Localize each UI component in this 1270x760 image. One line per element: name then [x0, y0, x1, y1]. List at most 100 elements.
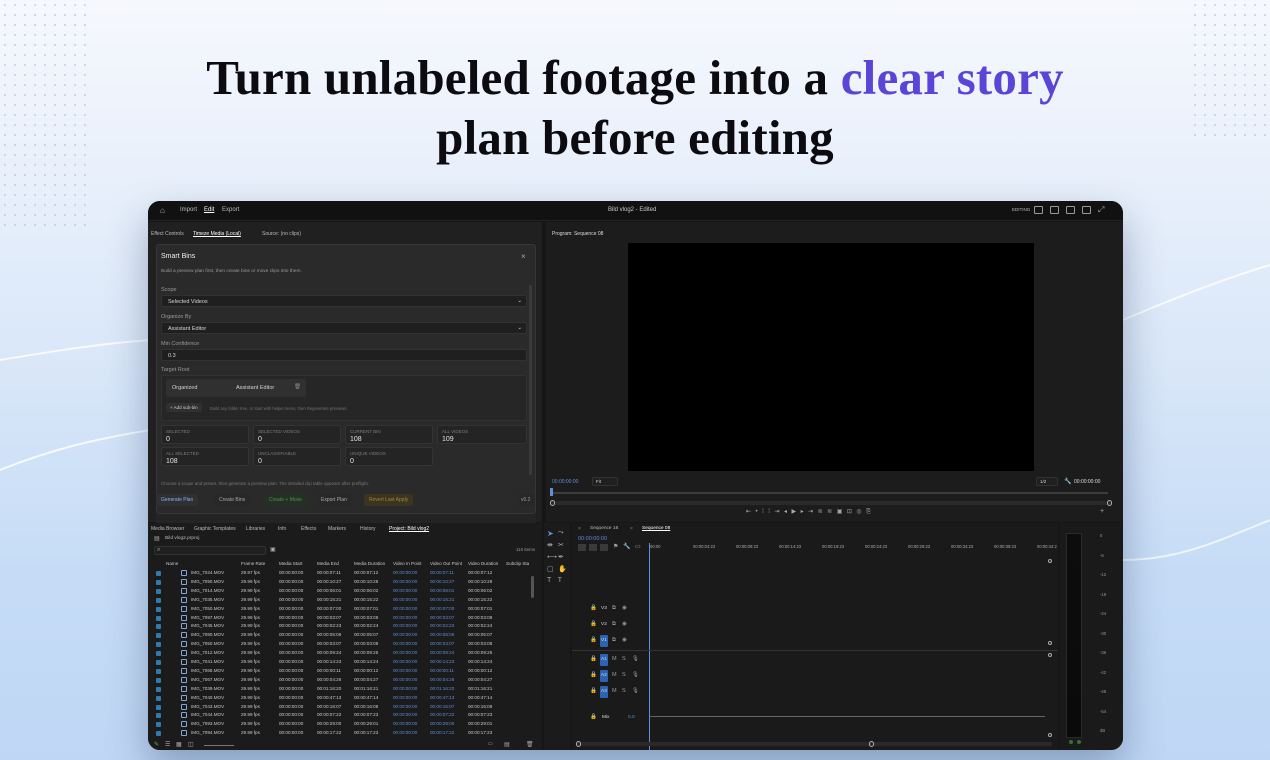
col-media-duration[interactable]: Media Duration: [354, 561, 385, 566]
microphone-icon[interactable]: 🎙: [632, 688, 639, 694]
zoom-slider[interactable]: [204, 745, 234, 746]
track-header-a1[interactable]: 🔒 A1 M S 🎙: [580, 654, 648, 668]
clip-label-swatch[interactable]: [156, 588, 161, 594]
pencil-icon[interactable]: ✎: [154, 741, 159, 748]
trash-icon[interactable]: 🗑: [294, 384, 301, 390]
track-header-a3[interactable]: 🔒 A3 M S 🎙: [580, 686, 648, 700]
tab-libraries[interactable]: Libraries: [246, 526, 265, 532]
revert-last-apply-button[interactable]: Revert Last Apply: [364, 494, 414, 506]
tab-timeze-media[interactable]: Timeze Media (Local): [193, 231, 241, 237]
lock-icon[interactable]: 🔒: [590, 605, 597, 611]
tab-media-browser[interactable]: Media Browser: [151, 526, 184, 532]
a-scroll-top[interactable]: [1048, 653, 1052, 657]
clip-label-swatch[interactable]: [156, 642, 161, 648]
zoom-scrollbar[interactable]: [550, 500, 1112, 506]
track-header-v3[interactable]: 🔒 V3 ⧉ ◉: [580, 603, 648, 617]
clip-label-swatch[interactable]: [156, 677, 161, 683]
eye-icon[interactable]: ◉: [622, 605, 627, 611]
microphone-icon[interactable]: 🎙: [632, 672, 639, 678]
clip-label-swatch[interactable]: [156, 668, 161, 674]
list-view-icon[interactable]: ☰: [165, 741, 170, 748]
freeform-view-icon[interactable]: ◫: [188, 741, 194, 748]
lock-icon[interactable]: 🔒: [590, 656, 597, 662]
a-scroll-bottom[interactable]: [1048, 733, 1052, 737]
min-confidence-input[interactable]: 0.3: [161, 349, 527, 361]
folder-add-icon[interactable]: ▤: [504, 741, 510, 748]
solo-icon[interactable]: S: [622, 688, 626, 694]
col-frame-rate[interactable]: Frame Rate: [241, 561, 265, 566]
track-select-icon[interactable]: ⤳: [558, 529, 564, 537]
close-icon[interactable]: ×: [521, 252, 526, 261]
lock-icon[interactable]: 🔒: [590, 688, 597, 694]
clip-label-swatch[interactable]: [156, 713, 161, 719]
col-video-out[interactable]: Video Out Point: [430, 561, 462, 566]
lock-icon[interactable]: 🔒: [590, 637, 597, 643]
generate-plan-button[interactable]: Generate Plan: [156, 494, 199, 506]
v-scroll-bottom[interactable]: [1048, 641, 1052, 645]
clip-label-swatch[interactable]: [156, 615, 161, 621]
mix-value[interactable]: 0.0: [628, 715, 635, 720]
sync-lock-icon[interactable]: ⧉: [612, 621, 616, 628]
playhead-marker[interactable]: [550, 488, 553, 496]
clip-label-swatch[interactable]: [156, 704, 161, 710]
share-icon[interactable]: [1050, 206, 1059, 214]
add-icon[interactable]: +: [1100, 508, 1104, 515]
program-scrubber[interactable]: [550, 492, 1108, 494]
dialog-scrollbar[interactable]: [529, 285, 532, 475]
tab-markers[interactable]: Markers: [328, 526, 346, 532]
project-search-input[interactable]: ⌕: [154, 546, 266, 555]
solo-button[interactable]: [1069, 740, 1073, 744]
v-scroll-top[interactable]: [1048, 559, 1052, 563]
tab-history[interactable]: History: [360, 526, 376, 532]
menu-import[interactable]: Import: [180, 207, 197, 213]
quality-select[interactable]: 1/2: [1036, 477, 1058, 486]
mute-icon[interactable]: M: [612, 656, 617, 662]
col-media-end[interactable]: Media End: [317, 561, 339, 566]
trash-icon[interactable]: 🗑: [526, 741, 534, 748]
sync-lock-icon[interactable]: ⧉: [612, 605, 616, 612]
transport-controls[interactable]: ⇤•⁞⁞⇥◂▶▸⇥≋≋▣⊡◎⎘: [746, 508, 918, 518]
workspace-label[interactable]: EDITING: [1012, 207, 1030, 212]
home-icon[interactable]: ⌂: [160, 206, 165, 215]
track-header-mix[interactable]: 🔒 Mix 0.0: [580, 712, 648, 726]
tab-graphic-templates[interactable]: Graphic Templates: [194, 526, 236, 532]
col-video-duration[interactable]: Video Duration: [468, 561, 498, 566]
tab-info[interactable]: Info: [278, 526, 286, 532]
timeline-h-scrollbar[interactable]: [576, 741, 1052, 747]
menu-edit[interactable]: Edit: [204, 207, 214, 213]
create-bins-button[interactable]: Create Bins: [214, 494, 251, 506]
col-name[interactable]: Name: [166, 561, 178, 566]
workspace-icon[interactable]: [1034, 206, 1043, 214]
rectangle-tool-icon[interactable]: ▢: [547, 565, 554, 573]
sync-lock-icon[interactable]: ⧉: [612, 637, 616, 644]
menu-export[interactable]: Export: [222, 207, 239, 213]
solo-button-right[interactable]: [1077, 740, 1081, 744]
clip-label-swatch[interactable]: [156, 722, 161, 728]
razor-icon[interactable]: ✂: [558, 541, 564, 549]
program-title[interactable]: Program: Sequence 08: [552, 231, 603, 237]
add-sub-bin-button[interactable]: + Add sub-bin: [166, 403, 202, 412]
microphone-icon[interactable]: 🎙: [632, 656, 639, 662]
slip-tool-icon[interactable]: ⟷: [547, 553, 557, 561]
clip-label-swatch[interactable]: [156, 660, 161, 665]
mute-icon[interactable]: M: [612, 672, 617, 678]
ripple-edit-icon[interactable]: ⇼: [547, 541, 553, 549]
hand-tool-icon[interactable]: ✋: [558, 565, 567, 573]
clip-label-swatch[interactable]: [156, 686, 161, 692]
col-video-in[interactable]: Video In Point: [393, 561, 422, 566]
track-header-a2[interactable]: 🔒 A2 M S 🎙: [580, 670, 648, 684]
export-plan-button[interactable]: Export Plan: [316, 494, 352, 506]
tab-effect-controls[interactable]: Effect Controls: [151, 231, 184, 237]
clip-label-swatch[interactable]: [156, 731, 161, 737]
type-tool-icon[interactable]: T: [547, 577, 551, 584]
clip-label-swatch[interactable]: [156, 579, 161, 585]
table-row[interactable]: IMG_7094.MOV 29.99 fps 00:00:00:00 00:00:17…: [148, 729, 538, 738]
new-bin-icon[interactable]: ▣: [270, 546, 276, 553]
clip-label-swatch[interactable]: [156, 606, 161, 612]
icon-view-icon[interactable]: ▦: [176, 741, 182, 748]
menu-icon[interactable]: [1082, 206, 1091, 214]
col-subclip[interactable]: Subclip Sta: [506, 561, 529, 566]
clip-label-swatch[interactable]: [156, 597, 161, 603]
fit-select[interactable]: Fit: [592, 477, 618, 486]
wrench-icon[interactable]: 🔧: [1064, 478, 1071, 485]
